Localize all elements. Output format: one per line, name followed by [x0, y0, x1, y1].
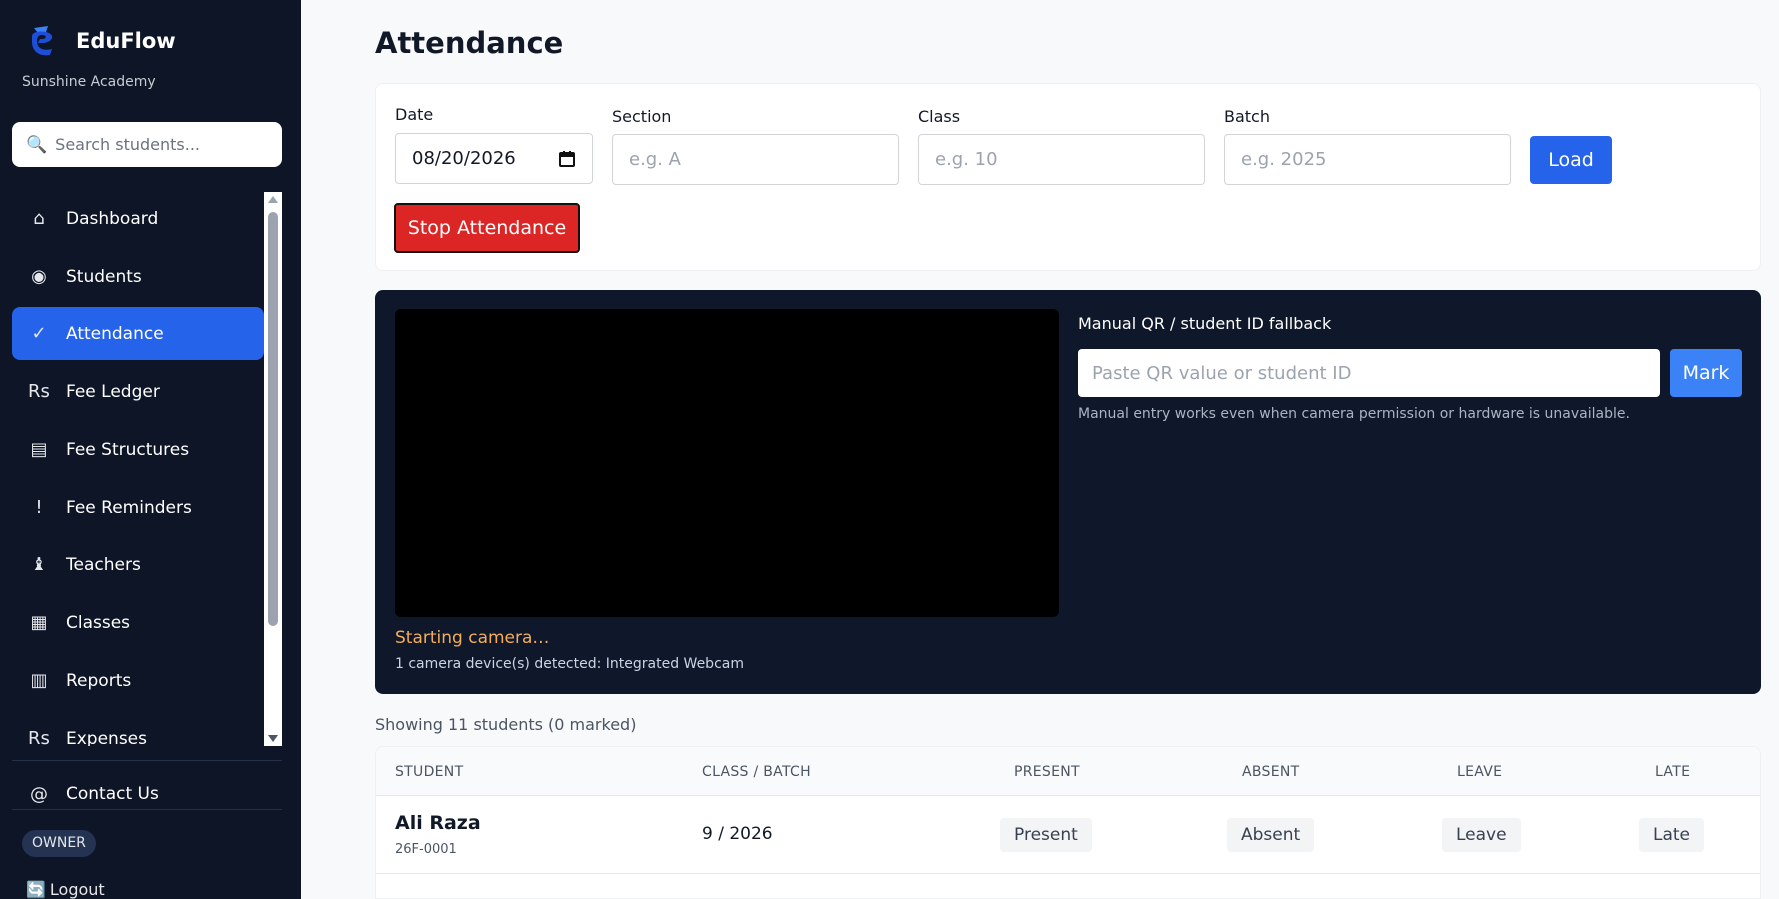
- leave-button[interactable]: Leave: [1442, 818, 1521, 852]
- role-badge: OWNER: [22, 830, 96, 857]
- section-field[interactable]: [612, 134, 899, 185]
- sidebar-item-label: Students: [66, 266, 142, 287]
- batch-input[interactable]: [1241, 149, 1494, 170]
- brand-name: EduFlow: [76, 29, 176, 53]
- sidebar-item-reports[interactable]: ▥ Reports: [12, 654, 264, 707]
- calendar-icon[interactable]: [558, 150, 576, 168]
- table-row: Ali Raza 26F-0001 9 / 2026 Present Absen…: [376, 796, 1760, 874]
- date-label: Date: [395, 105, 434, 124]
- divider: [12, 760, 282, 761]
- sidebar-item-label: Expenses: [66, 728, 147, 747]
- sidebar-item-label: Reports: [66, 670, 132, 691]
- home-icon: ⌂: [33, 208, 45, 229]
- sidebar-item-contact-us[interactable]: @ Contact Us: [12, 769, 264, 819]
- class-batch: 9 / 2026: [702, 824, 773, 844]
- grid-icon: ▦: [30, 612, 48, 633]
- sidebar-item-fee-reminders[interactable]: ! Fee Reminders: [12, 481, 264, 534]
- check-icon: ✓: [31, 323, 47, 344]
- sidebar-item-students[interactable]: ◉ Students: [12, 250, 264, 303]
- sidebar-item-label: Fee Structures: [66, 439, 190, 460]
- logout-label: Logout: [49, 880, 105, 899]
- camera-devices-info: 1 camera device(s) detected: Integrated …: [395, 656, 744, 672]
- scanner-panel: Starting camera… 1 camera device(s) dete…: [375, 290, 1761, 694]
- page-title: Attendance: [375, 26, 564, 60]
- scroll-thumb[interactable]: [268, 212, 278, 626]
- date-field[interactable]: 08/20/2026: [395, 133, 593, 184]
- attendance-table: STUDENT CLASS / BATCH PRESENT ABSENT LEA…: [375, 746, 1761, 899]
- rupee-icon: Rs: [28, 381, 50, 402]
- camera-status: Starting camera…: [395, 628, 550, 648]
- column-header-present: PRESENT: [1014, 764, 1080, 780]
- rupee-icon: Rs: [28, 728, 50, 746]
- sidebar-item-label: Fee Ledger: [66, 381, 160, 402]
- sidebar-item-expenses[interactable]: Rs Expenses: [12, 712, 264, 746]
- absent-button[interactable]: Absent: [1227, 818, 1315, 852]
- report-icon: ▥: [30, 670, 48, 691]
- table-header: STUDENT CLASS / BATCH PRESENT ABSENT LEA…: [376, 747, 1760, 796]
- class-label: Class: [918, 107, 961, 126]
- sidebar-item-teachers[interactable]: ♝ Teachers: [12, 538, 264, 591]
- section-label: Section: [612, 107, 672, 126]
- search-icon: 🔍: [26, 134, 48, 155]
- column-header-leave: LEAVE: [1457, 764, 1503, 780]
- sidebar-scrollbar[interactable]: [264, 192, 282, 746]
- section-input[interactable]: [629, 149, 882, 170]
- sidebar-item-label: Classes: [66, 612, 131, 633]
- brand[interactable]: EduFlow: [28, 24, 176, 58]
- scroll-up-arrow-icon[interactable]: [268, 196, 278, 203]
- sidebar-nav: ⌂ Dashboard ◉ Students ✓ Attendance Rs F…: [0, 192, 264, 746]
- search-input[interactable]: [55, 135, 266, 154]
- batch-label: Batch: [1224, 107, 1270, 126]
- student-id: 26F-0001: [395, 842, 457, 857]
- batch-field[interactable]: [1224, 134, 1511, 185]
- sidebar-item-classes[interactable]: ▦ Classes: [12, 596, 264, 649]
- date-value: 08/20/2026: [412, 148, 516, 169]
- logout-icon: 🔄: [26, 880, 46, 899]
- load-button[interactable]: Load: [1530, 136, 1612, 184]
- students-summary: Showing 11 students (0 marked): [375, 715, 637, 734]
- sidebar-item-label: Contact Us: [66, 784, 159, 804]
- search-box[interactable]: 🔍: [12, 122, 282, 167]
- divider: [12, 809, 282, 810]
- scroll-down-arrow-icon[interactable]: [268, 735, 278, 742]
- sidebar-item-label: Teachers: [66, 554, 141, 575]
- class-field[interactable]: [918, 134, 1205, 185]
- sidebar-item-fee-ledger[interactable]: Rs Fee Ledger: [12, 365, 264, 418]
- teacher-icon: ♝: [30, 554, 48, 575]
- stop-attendance-button[interactable]: Stop Attendance: [394, 203, 580, 253]
- logout-link[interactable]: 🔄 Logout: [26, 880, 105, 899]
- at-icon: @: [30, 783, 48, 805]
- list-icon: ▤: [30, 439, 48, 460]
- students-icon: ◉: [31, 266, 47, 287]
- column-header-late: LATE: [1655, 764, 1691, 780]
- sidebar-item-label: Attendance: [66, 323, 164, 344]
- sidebar-item-attendance[interactable]: ✓ Attendance: [12, 307, 264, 360]
- present-button[interactable]: Present: [1000, 818, 1092, 852]
- manual-entry-field[interactable]: [1078, 349, 1660, 397]
- sidebar-item-label: Fee Reminders: [66, 497, 192, 518]
- eduflow-logo-icon: [32, 26, 53, 56]
- late-button[interactable]: Late: [1639, 818, 1705, 852]
- column-header-class-batch: CLASS / BATCH: [702, 764, 811, 780]
- school-name: Sunshine Academy: [22, 74, 156, 90]
- manual-entry-label: Manual QR / student ID fallback: [1078, 314, 1332, 333]
- sidebar-item-label: Dashboard: [66, 208, 159, 229]
- sidebar-item-fee-structures[interactable]: ▤ Fee Structures: [12, 423, 264, 476]
- column-header-student: STUDENT: [395, 764, 464, 780]
- manual-entry-hint: Manual entry works even when camera perm…: [1078, 406, 1630, 422]
- mark-button[interactable]: Mark: [1670, 349, 1742, 397]
- class-input[interactable]: [935, 149, 1188, 170]
- sidebar-item-dashboard[interactable]: ⌂ Dashboard: [12, 192, 264, 245]
- manual-entry-input[interactable]: [1092, 362, 1646, 384]
- sidebar: EduFlow Sunshine Academy 🔍 ⌂ Dashboard ◉…: [0, 0, 301, 899]
- column-header-absent: ABSENT: [1242, 764, 1300, 780]
- alert-icon: !: [35, 497, 43, 518]
- student-name: Ali Raza: [395, 812, 481, 834]
- camera-preview: [395, 309, 1059, 617]
